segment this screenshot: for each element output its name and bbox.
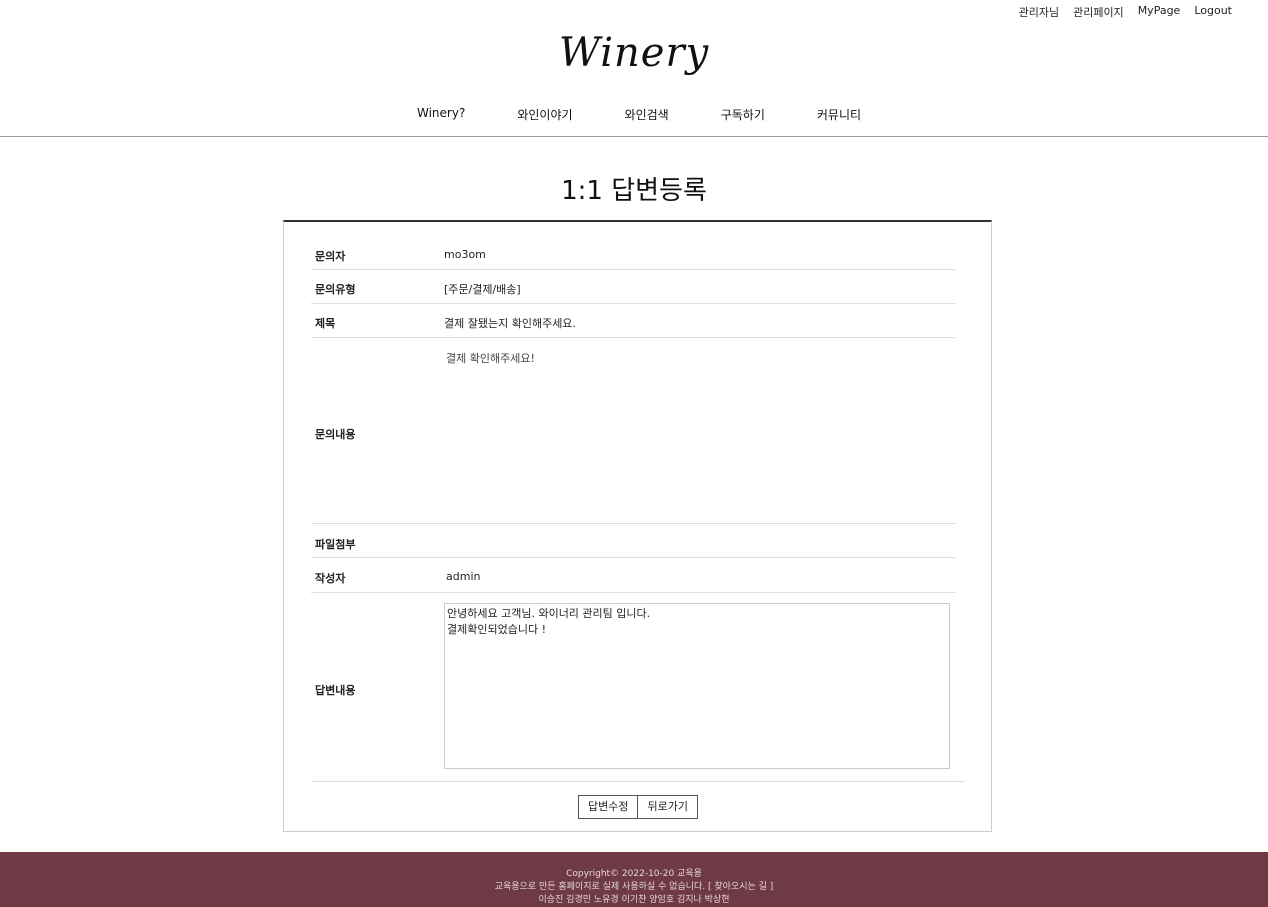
utility-links: 관리자님 관리페이지 MyPage Logout [1019,4,1232,20]
attachment-label: 파일첨부 [315,538,356,551]
admin-page-link[interactable]: 관리페이지 [1073,4,1124,20]
edit-answer-button[interactable]: 답변수정 [578,795,639,819]
nav-divider [0,136,1268,137]
subject-label: 제목 [315,317,336,330]
subject-value: 결제 잘됐는지 확인해주세요. [444,317,576,330]
inquirer-value: mo3om [444,248,486,261]
site-footer: Copyright© 2022-10-20 교육용 교육용으로 만든 홈페이지로… [0,852,1268,907]
inquirer-row: 문의자 mo3om [311,236,955,270]
inquiry-content-label: 문의내용 [315,428,356,441]
answer-content-label: 답변내용 [315,684,356,697]
answer-content-row: 답변내용 안녕하세요 고객님. 와이너리 관리팀 입니다. 결제확인되었습니다 … [311,593,955,781]
nav-item-winery[interactable]: Winery? [417,106,465,123]
footer-credits: 이승진 김경민 노유경 이기찬 양임호 김지나 박상현 [538,895,730,905]
writer-row: 작성자 admin [311,558,955,593]
inquiry-content-row: 문의내용 결제 확인해주세요! [311,338,955,524]
footer-notice: 교육용으로 만든 홈페이지로 실제 사용하실 수 없습니다. [ 찾아오시는 길… [494,882,774,892]
admin-name-link[interactable]: 관리자님 [1019,4,1059,20]
answer-textarea[interactable]: 안녕하세요 고객님. 와이너리 관리팀 입니다. 결제확인되었습니다 ! [444,603,950,769]
page-title: 1:1 답변등록 [561,176,707,206]
inquirer-label: 문의자 [315,250,346,263]
nav-item-community[interactable]: 커뮤니티 [817,106,861,123]
answer-line: 안녕하세요 고객님. 와이너리 관리팀 입니다. [447,607,651,620]
nav-item-wine-search[interactable]: 와인검색 [625,106,669,123]
inquiry-type-label: 문의유형 [315,283,356,296]
button-group: 답변수정 뒤로가기 [578,795,698,819]
inquiry-type-row: 문의유형 [주문/결제/배송] [311,270,955,304]
subject-row: 제목 결제 잘됐는지 확인해주세요. [311,304,955,338]
inquiry-type-value: [주문/결제/배송] [444,283,521,296]
main-nav: Winery? 와인이야기 와인검색 구독하기 커뮤니티 [417,106,861,123]
answer-line: 결제확인되었습니다 ! [447,623,546,636]
inquiry-content-value: 결제 확인해주세요! [446,352,535,365]
nav-item-wine-story[interactable]: 와인이야기 [517,106,572,123]
answer-form-panel: 문의자 mo3om 문의유형 [주문/결제/배송] 제목 결제 잘됐는지 확인해… [283,220,992,832]
mypage-link[interactable]: MyPage [1138,4,1181,20]
footer-copyright: Copyright© 2022-10-20 교육용 [566,869,702,879]
button-divider [311,781,965,782]
writer-value: admin [446,570,481,583]
back-button[interactable]: 뒤로가기 [638,795,698,819]
logout-link[interactable]: Logout [1194,4,1232,20]
writer-label: 작성자 [315,572,346,585]
nav-item-subscribe[interactable]: 구독하기 [721,106,765,123]
attachment-row: 파일첨부 [311,524,955,558]
site-logo[interactable]: Winery [0,30,1268,76]
